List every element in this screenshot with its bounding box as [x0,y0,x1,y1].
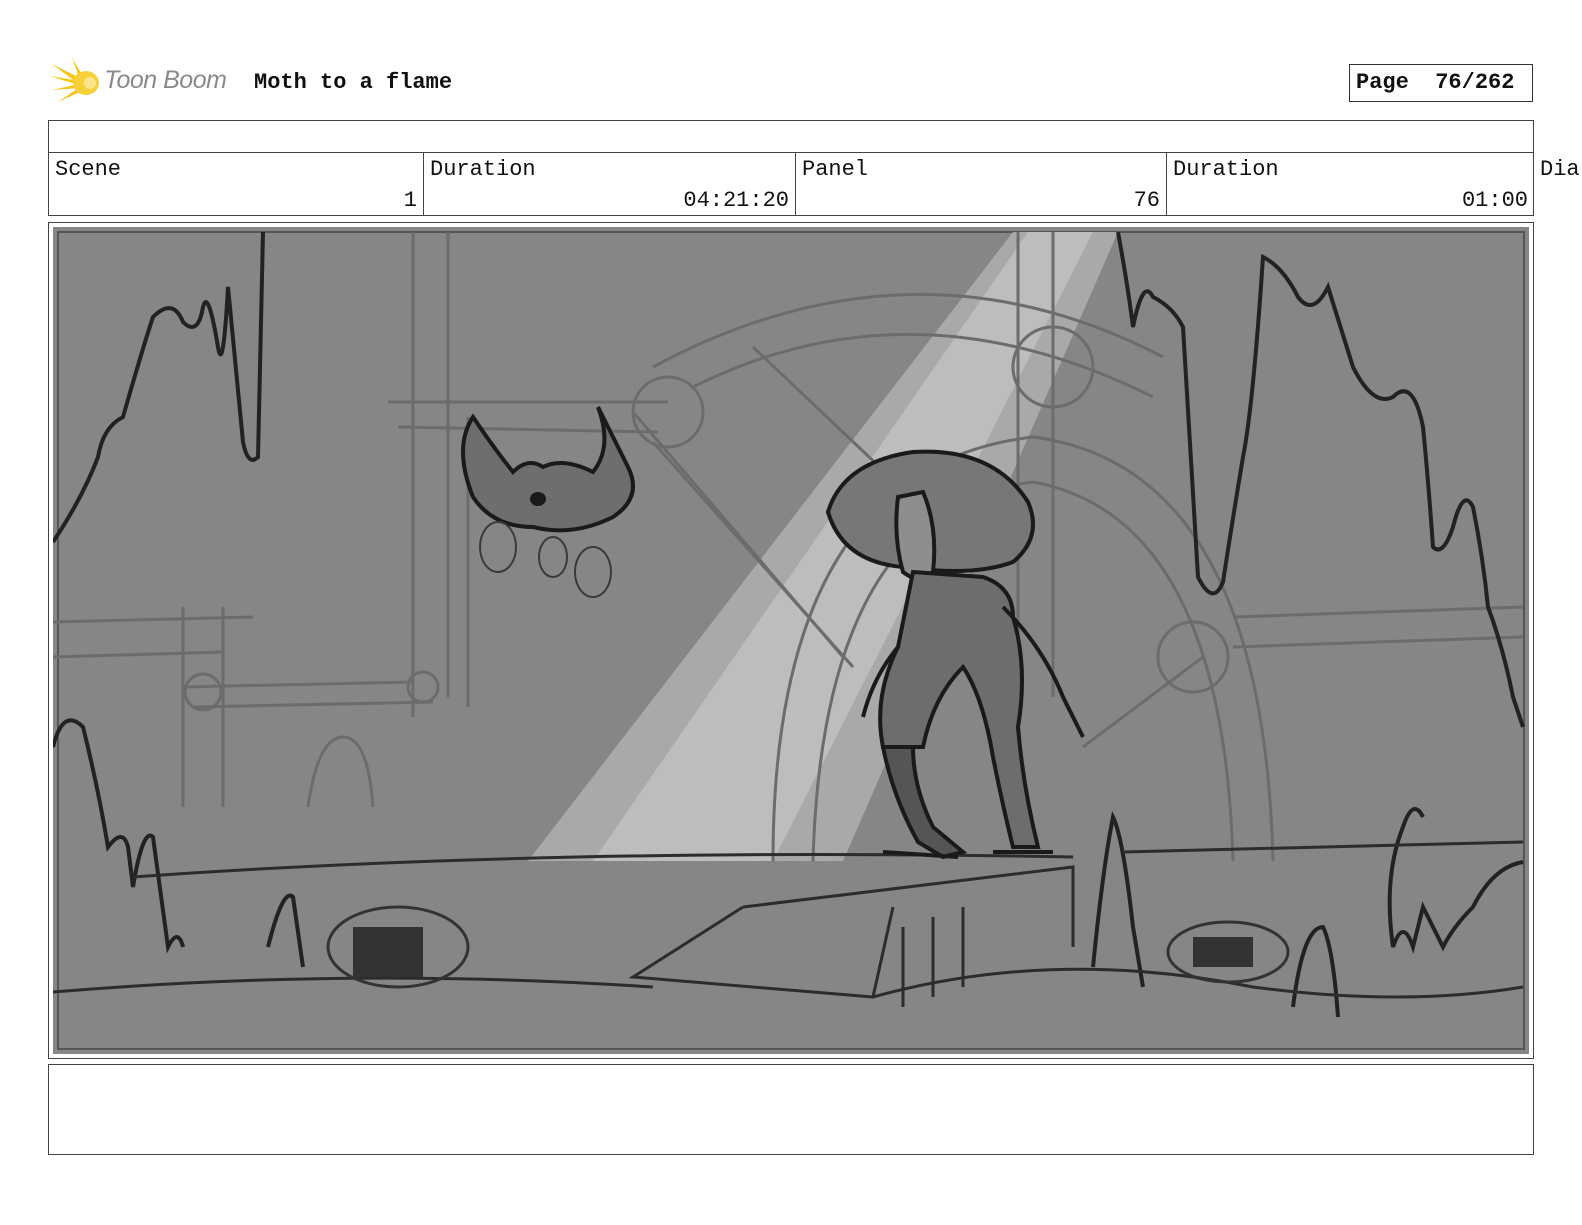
storyboard-panel [48,222,1534,1059]
scene-duration-label: Duration [430,157,536,182]
logo-text: Toon Boom [104,66,227,94]
panel-notes-box [48,1064,1534,1155]
info-header-row [48,120,1534,153]
panel-label: Panel [802,157,869,182]
dialog-label-truncated: Dia [1540,157,1580,182]
page-label: Page [1356,70,1409,95]
scene-duration-cell: Duration 04:21:20 [424,152,796,215]
page-value: 76/262 [1435,70,1515,95]
scene-duration-value: 04:21:20 [683,188,789,213]
storyboard-title: Moth to a flame [254,70,453,95]
info-cells-row: Scene 1 Duration 04:21:20 Panel 76 Durat… [48,152,1534,216]
scene-label: Scene [55,157,122,182]
panel-value: 76 [1133,188,1160,213]
scene-value: 1 [403,188,417,213]
page-indicator: Page 76/262 [1349,64,1533,102]
panel-cell: Panel 76 [796,152,1167,215]
panel-sketch-image [53,227,1529,1054]
panel-duration-value: 01:00 [1461,188,1528,213]
panel-duration-label: Duration [1173,157,1279,182]
panel-duration-cell: Duration 01:00 [1167,152,1534,215]
scene-cell: Scene 1 [49,152,424,215]
